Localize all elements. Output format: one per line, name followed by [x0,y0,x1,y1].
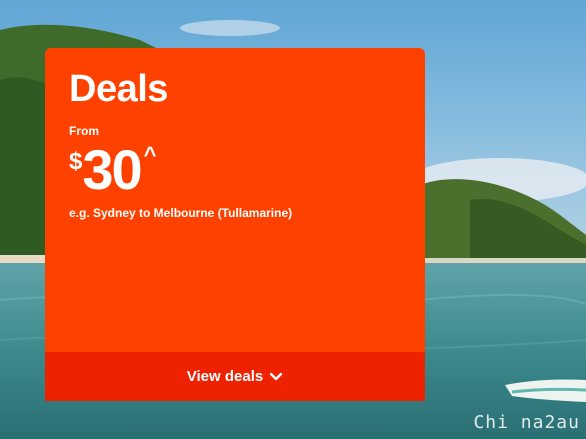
price-amount: 30 [82,138,142,201]
currency-symbol: $ [69,148,83,175]
from-label: From [69,124,99,138]
price: $ 30 ^ [69,140,157,200]
view-deals-label: View deals [186,368,264,385]
deals-title: Deals [69,68,168,110]
example-route: e.g. Sydney to Melbourne (Tullamarine) [69,206,293,220]
watermark: Chi na2au [473,412,580,433]
chevron-down-icon [270,372,283,380]
price-marker: ^ [143,142,157,167]
deals-card: Deals From $ 30 ^ e.g. Sydney to Melbour… [45,48,425,401]
view-deals-button[interactable]: View deals [45,352,425,401]
